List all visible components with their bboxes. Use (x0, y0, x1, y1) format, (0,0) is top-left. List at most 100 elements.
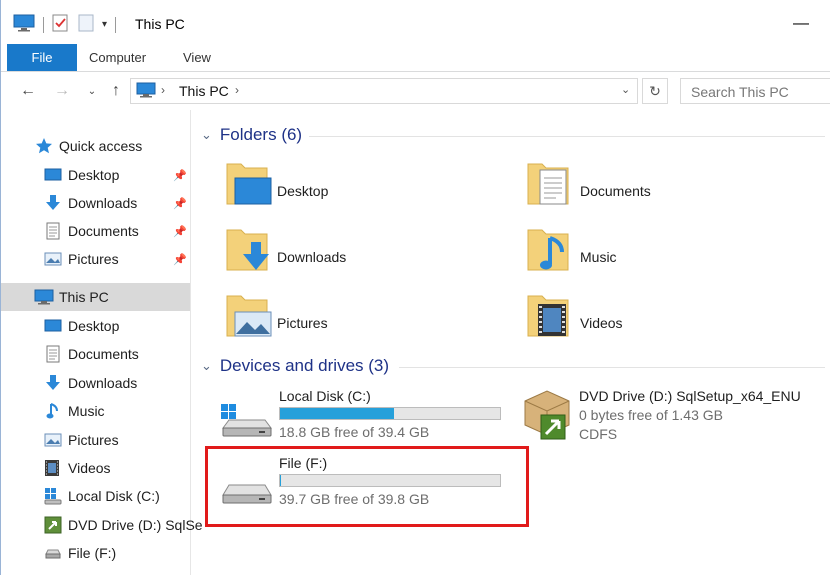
drive-name: Local Disk (C:) (279, 388, 371, 404)
pin-icon[interactable]: 📌 (173, 169, 187, 182)
file-explorer-window: ▾ This PC — File Computer View ← → ⌄ ↑ ›… (0, 0, 830, 575)
folders-group-header[interactable]: ⌄ Folders (6) (201, 125, 302, 145)
breadcrumb-this-pc[interactable]: This PC (179, 83, 229, 99)
breadcrumb-chevron-icon[interactable]: › (235, 83, 239, 97)
address-dropdown-icon[interactable]: ⌄ (621, 83, 630, 96)
folder-tile-desktop[interactable]: Desktop (223, 158, 483, 220)
folder-tile-downloads[interactable]: Downloads (223, 224, 483, 286)
tab-view[interactable]: View (169, 44, 225, 71)
folder-label: Documents (580, 183, 651, 199)
nav-label: File (F:) (68, 545, 117, 561)
folder-tile-pictures[interactable]: Pictures (223, 290, 483, 352)
drive-name: DVD Drive (D:) SqlSetup_x64_ENU (579, 388, 801, 404)
recent-locations-icon[interactable]: ⌄ (81, 80, 103, 102)
nav-label: Downloads (68, 195, 138, 211)
group-title: Folders (6) (219, 125, 303, 144)
pictures-icon (44, 250, 62, 268)
drive-file-system: CDFS (579, 426, 618, 442)
collapse-chevron-icon[interactable]: ⌄ (201, 127, 212, 143)
music-note-icon (46, 402, 64, 420)
windows-drive-icon (44, 487, 62, 505)
this-pc-icon (136, 82, 156, 102)
dvd-setup-icon (44, 516, 62, 534)
nav-pc-desktop[interactable]: Desktop (1, 312, 190, 340)
document-icon (46, 222, 64, 240)
nav-label: Downloads (68, 375, 138, 391)
nav-qa-pictures[interactable]: Pictures 📌 (1, 245, 190, 273)
drive-tile-local-disk-c[interactable]: Local Disk (C:) 18.8 GB free of 39.4 GB (219, 388, 519, 446)
document-icon (46, 345, 64, 363)
desktop-icon (44, 317, 62, 335)
tab-computer[interactable]: Computer (75, 44, 160, 71)
nav-label: Pictures (68, 432, 119, 448)
pin-icon[interactable]: 📌 (173, 225, 187, 238)
nav-this-pc[interactable]: This PC (1, 283, 190, 311)
properties-icon[interactable] (52, 14, 68, 35)
nav-qa-documents[interactable]: Documents 📌 (1, 217, 190, 245)
drive-free-space: 18.8 GB free of 39.4 GB (279, 424, 430, 440)
dvd-setup-icon (524, 390, 570, 440)
collapse-chevron-icon[interactable]: ⌄ (201, 358, 212, 374)
group-title: Devices and drives (3) (219, 356, 390, 375)
desktop-folder-icon (226, 163, 272, 205)
navigation-pane: Quick access Desktop 📌 Downloads 📌 Docum… (1, 110, 203, 575)
this-pc-icon (34, 288, 54, 306)
group-divider (309, 136, 825, 137)
videos-folder-icon (527, 295, 569, 337)
drive-tile-dvd-d[interactable]: DVD Drive (D:) SqlSetup_x64_ENU 0 bytes … (519, 388, 829, 446)
music-folder-icon (527, 229, 569, 271)
refresh-button[interactable]: ↻ (642, 78, 668, 104)
back-arrow-icon[interactable]: ← (17, 80, 39, 102)
search-placeholder: Search This PC (691, 84, 789, 100)
address-bar[interactable]: › This PC › ⌄ (130, 78, 638, 104)
pin-icon[interactable]: 📌 (173, 197, 187, 210)
quick-access-toolbar: ▾ (13, 14, 124, 35)
this-pc-icon[interactable] (13, 14, 35, 35)
documents-folder-icon (527, 163, 569, 205)
downloads-folder-icon (226, 229, 269, 271)
nav-label: Music (68, 403, 105, 419)
download-arrow-icon (44, 374, 62, 392)
star-icon (35, 137, 53, 155)
ribbon-tabs: File Computer View (1, 44, 830, 72)
folder-tile-music[interactable]: Music (524, 224, 784, 286)
title-bar: ▾ This PC — (1, 0, 830, 44)
nav-pc-dvd-drive[interactable]: DVD Drive (D:) SqlSe (1, 511, 203, 539)
windows-drive-icon (221, 404, 272, 437)
nav-label: Local Disk (C:) (68, 488, 160, 504)
devices-group-header[interactable]: ⌄ Devices and drives (3) (201, 356, 389, 376)
nav-pc-local-disk-c[interactable]: Local Disk (C:) (1, 482, 190, 510)
film-strip-icon (44, 459, 62, 477)
folder-tile-documents[interactable]: Documents (524, 158, 784, 220)
nav-pc-downloads[interactable]: Downloads (1, 369, 190, 397)
nav-qa-downloads[interactable]: Downloads 📌 (1, 189, 190, 217)
forward-arrow-icon[interactable]: → (51, 80, 73, 102)
group-divider (399, 367, 825, 368)
up-arrow-icon[interactable]: ↑ (105, 80, 127, 102)
pictures-folder-icon (226, 295, 272, 337)
nav-label: DVD Drive (D:) SqlSe (68, 517, 203, 533)
nav-pc-file-f[interactable]: File (F:) (1, 539, 190, 567)
pin-icon[interactable]: 📌 (173, 253, 187, 266)
nav-pc-pictures[interactable]: Pictures (1, 426, 190, 454)
nav-qa-desktop[interactable]: Desktop 📌 (1, 161, 190, 189)
tab-file[interactable]: File (7, 44, 77, 71)
nav-pc-documents[interactable]: Documents (1, 340, 190, 368)
breadcrumb-chevron-icon[interactable]: › (161, 83, 165, 97)
nav-label: Videos (68, 460, 111, 476)
nav-quick-access[interactable]: Quick access (1, 132, 190, 160)
minimize-button[interactable]: — (789, 12, 813, 36)
customize-toolbar-icon[interactable]: ▾ (102, 19, 107, 30)
new-folder-icon[interactable] (78, 14, 94, 35)
drive-usage-bar (279, 407, 501, 420)
nav-label: Pictures (68, 251, 119, 267)
folder-label: Videos (580, 315, 623, 331)
drive-icon (44, 544, 62, 562)
search-input[interactable]: Search This PC (680, 78, 830, 104)
nav-pc-music[interactable]: Music (1, 397, 190, 425)
nav-label: Desktop (68, 318, 120, 334)
nav-label: This PC (59, 289, 109, 305)
nav-pc-videos[interactable]: Videos (1, 454, 190, 482)
nav-label: Desktop (68, 167, 120, 183)
folder-tile-videos[interactable]: Videos (524, 290, 784, 352)
